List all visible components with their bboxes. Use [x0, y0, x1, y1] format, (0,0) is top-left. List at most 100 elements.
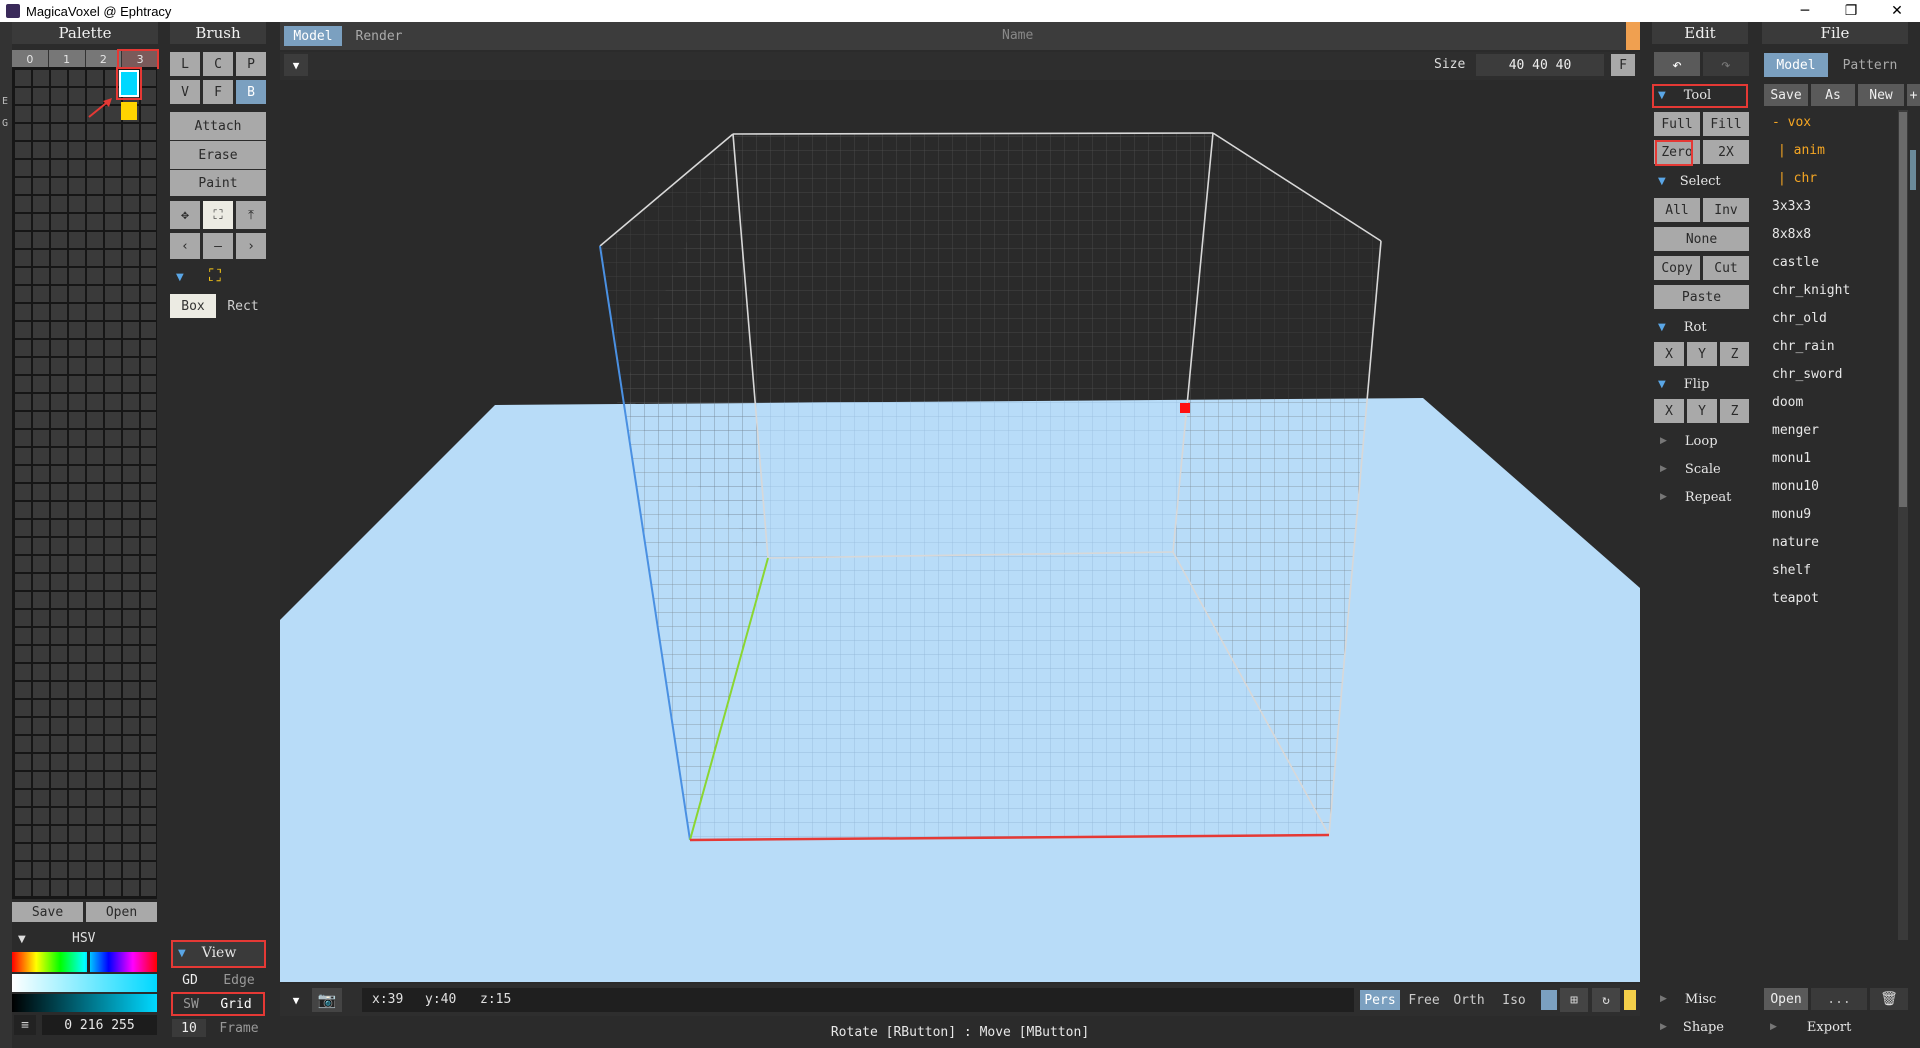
dash-icon[interactable]: –: [203, 233, 233, 259]
palette-open-button[interactable]: Open: [86, 902, 157, 922]
camera-pers[interactable]: Pers: [1360, 990, 1400, 1010]
file-item[interactable]: monu10: [1772, 479, 1819, 494]
tool-section-header[interactable]: ▼ Tool: [1654, 84, 1748, 106]
scale-section-header[interactable]: ▶ Scale: [1654, 458, 1748, 480]
shape-section-header[interactable]: ▶ Shape: [1654, 1016, 1748, 1038]
file-item[interactable]: 8x8x8: [1772, 227, 1811, 242]
extrude-tool-icon[interactable]: ⤒: [236, 201, 266, 229]
brush-mode-b[interactable]: B: [236, 80, 266, 104]
gd-toggle[interactable]: GD: [172, 970, 208, 990]
file-list-scroll-thumb[interactable]: [1899, 112, 1907, 507]
size-field[interactable]: 40 40 40: [1476, 54, 1604, 76]
file-tab-model[interactable]: Model: [1764, 53, 1828, 77]
grid-toggle[interactable]: Grid: [210, 994, 262, 1014]
select-all-button[interactable]: All: [1654, 198, 1700, 222]
move-tool-icon[interactable]: ✥: [170, 201, 200, 229]
restore-button[interactable]: ❐: [1828, 0, 1874, 22]
folder-chr[interactable]: | chr: [1778, 171, 1817, 186]
2x-button[interactable]: 2X: [1703, 140, 1749, 164]
flip-z-button[interactable]: Z: [1720, 399, 1749, 423]
rot-z-button[interactable]: Z: [1720, 342, 1749, 366]
erase-button[interactable]: Erase: [170, 141, 266, 169]
flip-y-button[interactable]: Y: [1687, 399, 1717, 423]
zero-button[interactable]: Zero: [1654, 140, 1700, 164]
file-item[interactable]: chr_sword: [1772, 367, 1842, 382]
prev-arrow-icon[interactable]: ‹: [170, 233, 200, 259]
saturation-slider[interactable]: [12, 974, 157, 992]
3d-viewport[interactable]: [280, 80, 1640, 982]
sw-toggle[interactable]: SW: [174, 994, 208, 1014]
view-section-header[interactable]: ▼ View: [172, 940, 264, 966]
file-new-button[interactable]: New: [1858, 84, 1904, 106]
flip-x-button[interactable]: X: [1654, 399, 1684, 423]
brush-mode-v[interactable]: V: [170, 80, 200, 104]
palette-tab-0[interactable]: 0: [12, 50, 49, 68]
hue-slider-handle[interactable]: [87, 951, 90, 973]
palette-tab-2[interactable]: 2: [85, 50, 123, 68]
file-open-button[interactable]: Open: [1764, 988, 1808, 1010]
flip-section-header[interactable]: ▼ Flip: [1654, 373, 1748, 395]
select-inv-button[interactable]: Inv: [1703, 198, 1749, 222]
file-more-button[interactable]: ...: [1811, 988, 1867, 1010]
frame-number[interactable]: 10: [172, 1019, 206, 1037]
tab-render[interactable]: Render: [346, 26, 412, 46]
file-item[interactable]: chr_rain: [1772, 339, 1835, 354]
file-tab-pattern[interactable]: Pattern: [1832, 53, 1908, 77]
palette-save-button[interactable]: Save: [12, 902, 83, 922]
value-slider[interactable]: [12, 994, 157, 1012]
palette-swatch-yellow[interactable]: [121, 102, 137, 120]
camera-icon[interactable]: 📷: [312, 988, 342, 1012]
file-item[interactable]: doom: [1772, 395, 1803, 410]
shape-box-button[interactable]: Box: [170, 294, 216, 318]
file-item[interactable]: nature: [1772, 535, 1819, 550]
fill-button[interactable]: Fill: [1703, 112, 1749, 136]
attach-button[interactable]: Attach: [170, 112, 266, 140]
folder-anim[interactable]: | anim: [1778, 143, 1825, 158]
palette-tab-3[interactable]: 3: [122, 50, 158, 68]
select-tool-icon[interactable]: ⛶: [203, 201, 233, 229]
f-button[interactable]: F: [1611, 54, 1635, 76]
rot-section-header[interactable]: ▼ Rot: [1654, 316, 1748, 338]
shape-rect-button[interactable]: Rect: [220, 294, 266, 318]
brush-mode-p[interactable]: P: [236, 52, 266, 76]
brush-mode-c[interactable]: C: [203, 52, 233, 76]
export-section-header[interactable]: ▶ Export: [1764, 1016, 1908, 1038]
file-item[interactable]: 3x3x3: [1772, 199, 1811, 214]
select-none-button[interactable]: None: [1654, 227, 1749, 251]
file-save-as-button[interactable]: As: [1811, 84, 1855, 106]
folder-vox[interactable]: - vox: [1772, 115, 1811, 130]
reset-view-icon[interactable]: ↻: [1592, 988, 1620, 1012]
frame-toggle[interactable]: Frame: [212, 1019, 266, 1037]
file-add-button[interactable]: +: [1907, 84, 1920, 106]
camera-free[interactable]: Free: [1404, 990, 1444, 1010]
loop-section-header[interactable]: ▶ Loop: [1654, 430, 1748, 452]
brush-options-collapse-icon[interactable]: ▼: [176, 272, 184, 283]
repeat-section-header[interactable]: ▶ Repeat: [1654, 486, 1748, 508]
edge-toggle[interactable]: Edge: [212, 970, 266, 990]
undo-icon[interactable]: ↶: [1654, 52, 1700, 76]
select-section-header[interactable]: ▼ Select: [1654, 170, 1748, 192]
file-item[interactable]: chr_knight: [1772, 283, 1850, 298]
rot-x-button[interactable]: X: [1654, 342, 1684, 366]
file-item[interactable]: teapot: [1772, 591, 1819, 606]
paint-button[interactable]: Paint: [170, 170, 266, 196]
file-item[interactable]: castle: [1772, 255, 1819, 270]
camera-orth[interactable]: Orth: [1448, 990, 1490, 1010]
file-save-button[interactable]: Save: [1764, 84, 1808, 106]
close-button[interactable]: ✕: [1874, 0, 1920, 22]
status-menu-icon[interactable]: ▼: [284, 988, 308, 1012]
layout-single-icon[interactable]: [1541, 990, 1557, 1010]
redo-icon[interactable]: ↷: [1703, 52, 1749, 76]
full-button[interactable]: Full: [1654, 112, 1700, 136]
palette-swatch-selected[interactable]: [119, 70, 139, 97]
layout-quad-icon[interactable]: ⊞: [1560, 988, 1588, 1012]
color-value-field[interactable]: 0 216 255: [42, 1015, 157, 1035]
file-item[interactable]: monu1: [1772, 451, 1811, 466]
file-item[interactable]: chr_old: [1772, 311, 1827, 326]
hue-slider[interactable]: [12, 952, 157, 972]
next-arrow-icon[interactable]: ›: [236, 233, 266, 259]
file-item[interactable]: monu9: [1772, 507, 1811, 522]
palette-menu-icon[interactable]: ≡: [14, 1015, 36, 1035]
hsv-collapse-icon[interactable]: ▼: [18, 934, 26, 945]
model-name-field[interactable]: Name: [1002, 28, 1033, 43]
